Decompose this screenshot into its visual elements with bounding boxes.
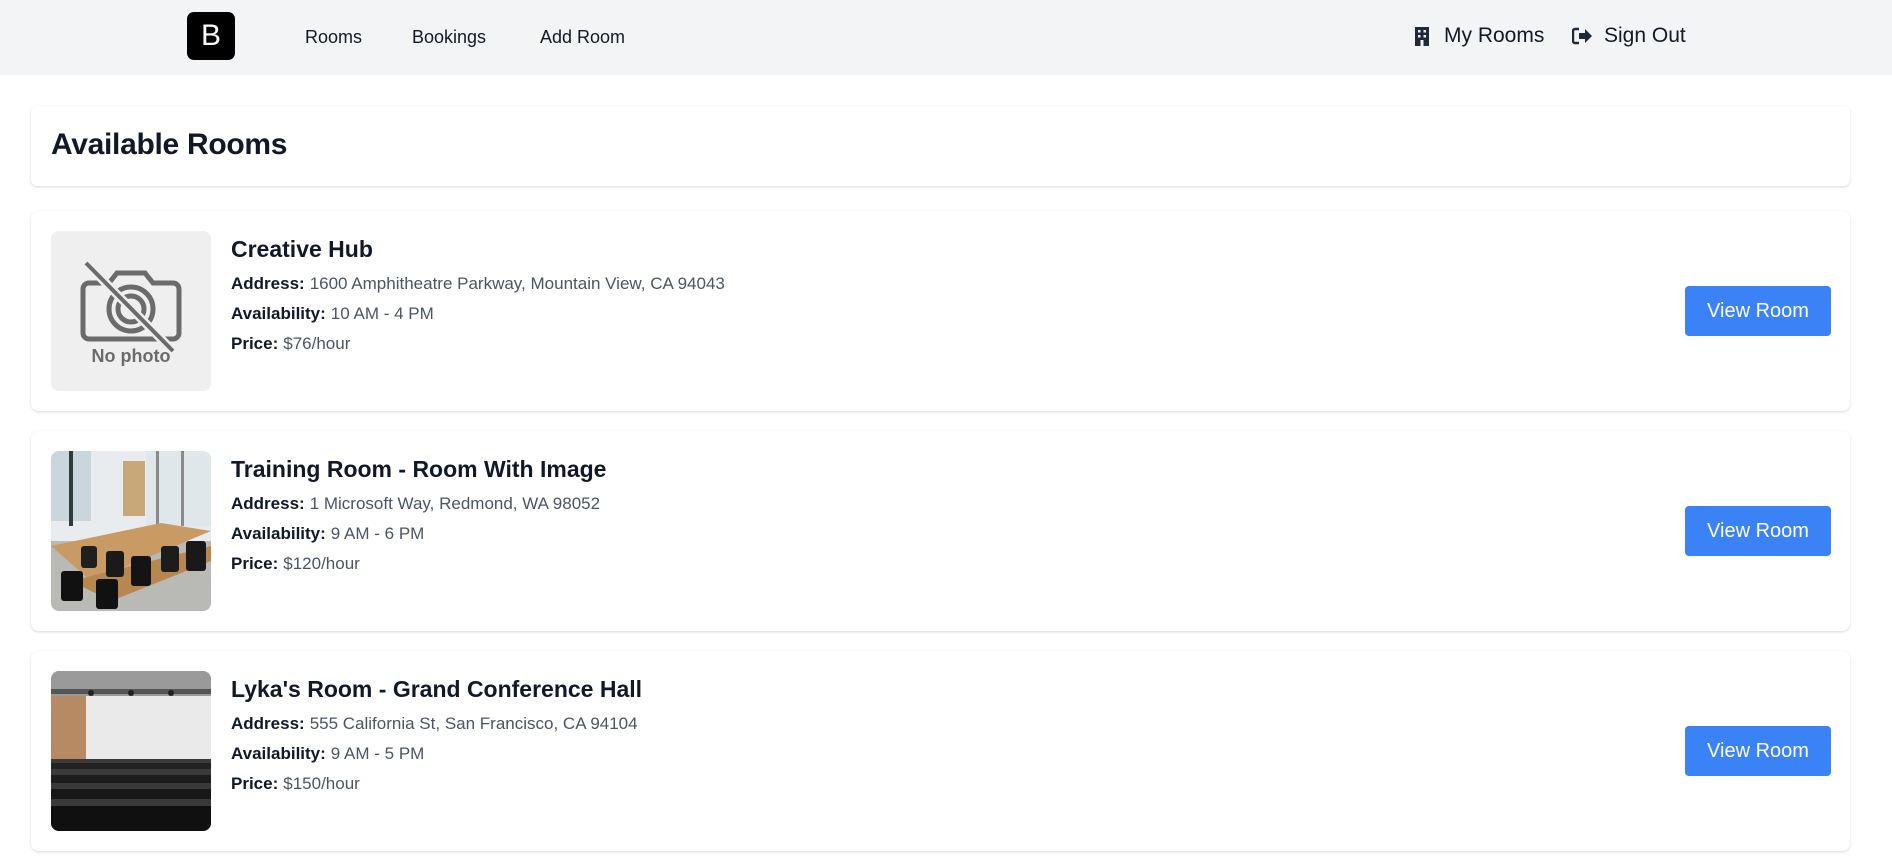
nav-link-rooms[interactable]: Rooms bbox=[305, 26, 362, 48]
no-photo-camera-icon: No photo bbox=[51, 231, 211, 391]
room-price: Price: $150/hour bbox=[231, 774, 360, 793]
room-photo bbox=[51, 671, 211, 831]
room-address: Address: 1600 Amphitheatre Parkway, Mount… bbox=[231, 274, 725, 293]
nav-link-bookings[interactable]: Bookings bbox=[412, 26, 486, 48]
nav-link-add-room[interactable]: Add Room bbox=[540, 26, 625, 48]
room-availability: Availability: 10 AM - 4 PM bbox=[231, 304, 434, 323]
building-icon bbox=[1412, 25, 1432, 47]
room-availability: Availability: 9 AM - 6 PM bbox=[231, 524, 425, 543]
top-navbar: B Rooms Bookings Add Room My Rooms Sign … bbox=[0, 0, 1892, 75]
sign-out-label: Sign Out bbox=[1604, 24, 1686, 47]
room-price: Price: $76/hour bbox=[231, 334, 351, 353]
room-card: No photo Creative Hub Address: 1600 Amphi… bbox=[31, 211, 1850, 411]
page-header-card: Available Rooms bbox=[31, 106, 1850, 186]
view-room-button[interactable]: View Room bbox=[1685, 726, 1831, 776]
my-rooms-link[interactable]: My Rooms bbox=[1412, 22, 1544, 50]
room-name: Training Room - Room With Image bbox=[231, 456, 607, 482]
room-card: Lyka's Room - Grand Conference Hall Addr… bbox=[31, 651, 1850, 851]
view-room-button[interactable]: View Room bbox=[1685, 286, 1831, 336]
room-card: Training Room - Room With Image Address:… bbox=[31, 431, 1850, 631]
view-room-button[interactable]: View Room bbox=[1685, 506, 1831, 556]
room-photo bbox=[51, 451, 211, 611]
room-name: Lyka's Room - Grand Conference Hall bbox=[231, 676, 643, 702]
room-address: Address: 1 Microsoft Way, Redmond, WA 980… bbox=[231, 494, 601, 513]
brand-logo[interactable]: B bbox=[187, 12, 235, 60]
room-availability: Availability: 9 AM - 5 PM bbox=[231, 744, 425, 763]
no-photo-caption: No photo bbox=[92, 346, 171, 366]
sign-out-icon bbox=[1572, 25, 1592, 47]
page-title: Available Rooms bbox=[51, 128, 288, 161]
sign-out-link[interactable]: Sign Out bbox=[1572, 22, 1686, 50]
room-price: Price: $120/hour bbox=[231, 554, 360, 573]
room-thumbnail-placeholder: No photo bbox=[51, 231, 211, 391]
my-rooms-label: My Rooms bbox=[1444, 24, 1545, 47]
room-name: Creative Hub bbox=[231, 236, 373, 262]
room-address: Address: 555 California St, San Francisco… bbox=[231, 714, 638, 733]
